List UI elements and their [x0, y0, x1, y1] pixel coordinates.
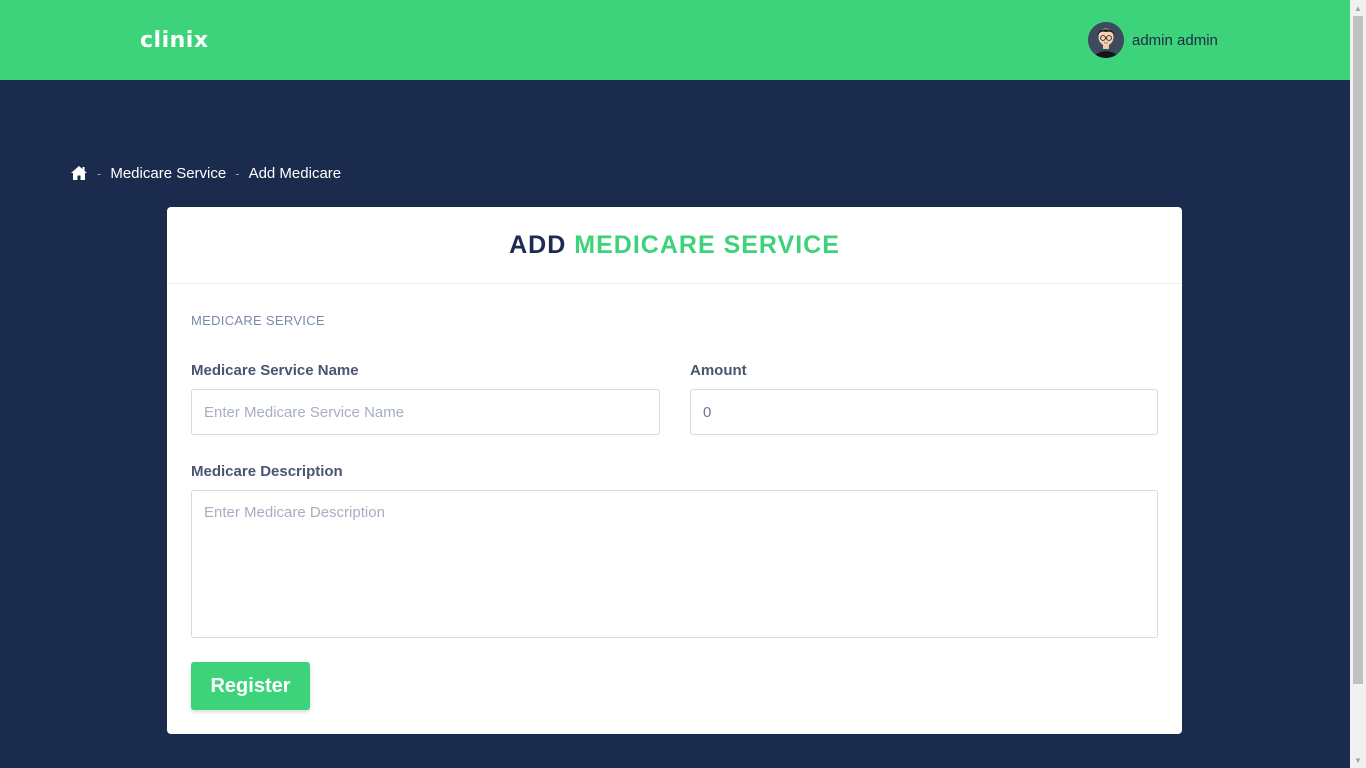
user-menu[interactable]: admin admin	[1088, 22, 1218, 58]
card-title-highlight: MEDICARE SERVICE	[574, 230, 840, 259]
top-navbar: clinix admin admin	[0, 0, 1350, 80]
amount-label: Amount	[690, 362, 747, 379]
breadcrumb: - Medicare Service - Add Medicare	[70, 163, 341, 183]
description-label: Medicare Description	[191, 463, 343, 480]
breadcrumb-medicare-service[interactable]: Medicare Service	[110, 165, 226, 182]
service-name-input[interactable]	[191, 389, 660, 435]
scrollbar-thumb[interactable]	[1353, 16, 1363, 684]
add-medicare-card: ADD MEDICARE SERVICE MEDICARE SERVICE Me…	[167, 207, 1182, 734]
register-button[interactable]: Register	[191, 662, 310, 710]
card-title-prefix: ADD	[509, 230, 567, 259]
user-avatar-icon[interactable]	[1088, 22, 1124, 58]
service-name-label: Medicare Service Name	[191, 362, 359, 379]
home-icon[interactable]	[70, 165, 88, 181]
app-logo[interactable]: clinix	[140, 28, 209, 53]
breadcrumb-separator: -	[235, 165, 240, 181]
page-scrollbar[interactable]: ▲ ▼	[1350, 0, 1366, 768]
breadcrumb-separator: -	[97, 165, 102, 181]
breadcrumb-add-medicare: Add Medicare	[248, 164, 342, 182]
section-label: MEDICARE SERVICE	[191, 313, 325, 328]
card-title: ADD MEDICARE SERVICE	[167, 207, 1182, 284]
scroll-down-arrow-icon[interactable]: ▼	[1350, 752, 1366, 768]
amount-input[interactable]	[690, 389, 1158, 435]
description-textarea[interactable]	[191, 490, 1158, 638]
user-name[interactable]: admin admin	[1132, 32, 1218, 49]
scroll-up-arrow-icon[interactable]: ▲	[1350, 0, 1366, 16]
page: clinix admin admin ▲ ▼ - Medicare Servic…	[0, 0, 1366, 768]
